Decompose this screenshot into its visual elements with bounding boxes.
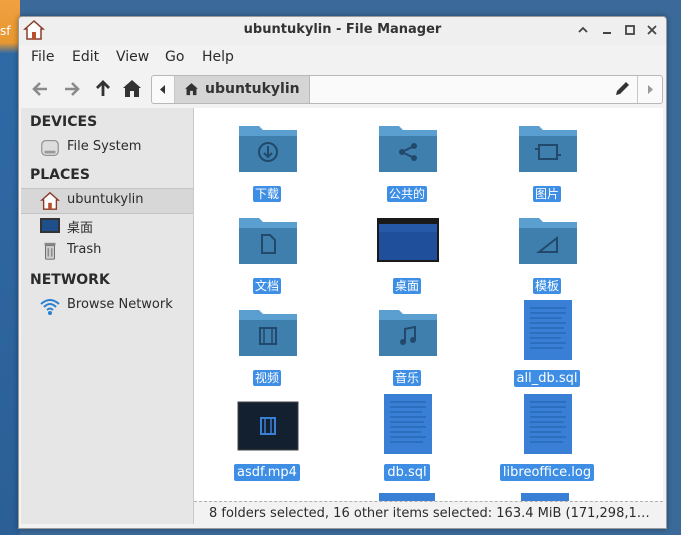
status-text: 8 folders selected, 16 other items selec… — [209, 506, 650, 521]
file-item[interactable]: 公共的 — [352, 108, 462, 202]
sidebar-item-label: Browse Network — [67, 297, 173, 312]
chevron-right-icon — [648, 85, 653, 94]
home-icon — [185, 83, 198, 96]
path-scroll-left-button[interactable] — [152, 76, 175, 103]
title-bar[interactable]: ubuntukylin - File Manager — [19, 17, 666, 45]
menu-go[interactable]: Go — [165, 49, 184, 65]
back-button[interactable] — [29, 77, 53, 101]
menu-help[interactable]: Help — [202, 49, 234, 65]
file-item-label: 音乐 — [392, 370, 421, 386]
file-item-label: asdf.mp4 — [234, 464, 300, 481]
home-folder-icon — [39, 191, 61, 211]
arrow-left-icon — [32, 82, 47, 96]
share-folder-icon — [377, 116, 439, 176]
desktop-background: sf — [0, 0, 20, 535]
drive-icon — [39, 138, 61, 158]
up-button[interactable] — [91, 77, 115, 101]
videos-folder-icon — [237, 300, 299, 360]
file-item-partial[interactable] — [379, 493, 435, 501]
file-item-label: all_db.sql — [513, 370, 581, 387]
sidebar-heading-devices: DEVICES — [30, 114, 98, 130]
file-item-label: libreoffice.log — [499, 464, 595, 481]
sidebar-item-browse-network[interactable]: Browse Network — [21, 294, 193, 318]
text-file-icon — [377, 394, 439, 454]
desktop-icon-label: sf — [0, 24, 11, 38]
arrow-right-icon — [65, 82, 80, 96]
sidebar-item-home[interactable]: ubuntukylin — [21, 188, 193, 214]
file-item[interactable]: 文档 — [212, 200, 322, 294]
toolbar: ubuntukylin — [19, 71, 666, 107]
file-item[interactable]: 视频 — [212, 292, 322, 386]
sidebar-item-desktop[interactable]: 桌面 — [21, 214, 193, 238]
file-item[interactable]: 音乐 — [352, 292, 462, 386]
path-crumb-label: ubuntukylin — [205, 81, 300, 97]
home-button[interactable] — [120, 77, 144, 101]
file-item-label: 视频 — [252, 370, 281, 386]
menu-file[interactable]: File — [31, 49, 54, 65]
templates-folder-icon — [517, 208, 579, 268]
file-item[interactable]: all_db.sql — [492, 292, 602, 387]
sidebar-heading-places: PLACES — [30, 167, 90, 183]
file-manager-window: ubuntukylin - File Manager File Edit Vie… — [18, 16, 667, 529]
music-folder-icon — [377, 300, 439, 360]
sidebar-item-trash[interactable]: Trash — [21, 239, 193, 263]
file-item-label: db.sql — [384, 464, 430, 481]
file-view[interactable]: 下载 公共的 图片 文档 桌面 模板 视频 音乐 all_db.sql asdf… — [194, 108, 663, 501]
close-button[interactable] — [644, 22, 660, 38]
sidebar: DEVICES File System PLACES ubuntukylin 桌… — [21, 108, 194, 524]
window-title: ubuntukylin - File Manager — [243, 22, 442, 37]
edit-path-button[interactable] — [610, 78, 634, 100]
file-item[interactable]: asdf.mp4 — [212, 386, 322, 481]
arrow-up-icon — [96, 80, 110, 96]
path-crumb-home[interactable]: ubuntukylin — [175, 76, 310, 103]
home-icon — [123, 80, 141, 97]
menu-bar: File Edit View Go Help — [19, 45, 666, 69]
network-icon — [39, 296, 61, 316]
documents-folder-icon — [237, 208, 299, 268]
forward-button[interactable] — [59, 77, 83, 101]
pencil-icon — [616, 82, 629, 95]
file-item[interactable]: 桌面 — [352, 200, 462, 294]
path-scroll-right-button[interactable] — [637, 76, 662, 103]
desktop-folder-icon — [377, 208, 439, 268]
file-item[interactable]: db.sql — [352, 386, 462, 481]
menu-edit[interactable]: Edit — [72, 49, 99, 65]
path-bar: ubuntukylin — [151, 75, 663, 104]
sidebar-heading-network: NETWORK — [30, 272, 110, 288]
pictures-folder-icon — [517, 116, 579, 176]
text-file-icon — [517, 394, 579, 454]
chevron-left-icon — [160, 85, 165, 94]
sidebar-item-label: Trash — [67, 242, 102, 257]
shade-button[interactable] — [575, 22, 591, 38]
sidebar-item-label: File System — [67, 139, 142, 154]
desktop-icon — [39, 216, 61, 236]
file-item[interactable]: 下载 — [212, 108, 322, 202]
sidebar-item-file-system[interactable]: File System — [21, 136, 193, 160]
text-file-icon — [517, 300, 579, 360]
maximize-button[interactable] — [622, 22, 638, 38]
video-file-icon — [237, 394, 299, 454]
file-item-partial[interactable] — [521, 493, 569, 501]
file-item[interactable]: libreoffice.log — [492, 386, 602, 481]
file-item[interactable]: 图片 — [492, 108, 602, 202]
status-bar: 8 folders selected, 16 other items selec… — [194, 501, 663, 525]
trash-icon — [39, 241, 61, 261]
sidebar-item-label: 桌面 — [67, 221, 94, 236]
download-folder-icon — [237, 116, 299, 176]
minimize-button[interactable] — [599, 22, 615, 38]
menu-view[interactable]: View — [116, 49, 149, 65]
sidebar-item-label: ubuntukylin — [67, 192, 144, 207]
file-item[interactable]: 模板 — [492, 200, 602, 294]
